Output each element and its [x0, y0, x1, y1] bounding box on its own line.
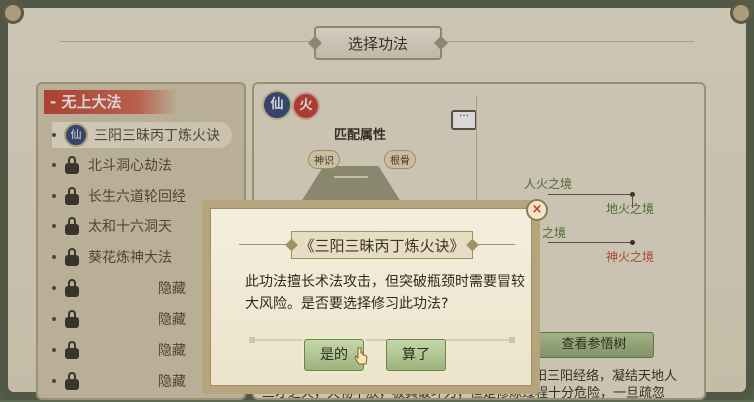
hand-cursor-icon	[354, 347, 368, 365]
confirm-dialog: 《三阳三昧丙丁炼火诀》 此功法擅长术法攻击，但突破瓶颈时需要冒较大风险。是否要选…	[202, 200, 540, 394]
dialog-message: 此功法擅长术法攻击，但突破瓶颈时需要冒较大风险。是否要选择修习此功法?	[245, 274, 525, 312]
cancel-button[interactable]: 算了	[386, 339, 446, 371]
dialog-title: 《三阳三昧丙丁炼火诀》	[291, 231, 473, 259]
title-ornament	[239, 244, 291, 245]
dialog-divider	[249, 337, 515, 343]
dialog-body: 《三阳三昧丙丁炼火诀》 此功法擅长术法攻击，但突破瓶颈时需要冒较大风险。是否要选…	[210, 208, 532, 386]
close-icon[interactable]: ×	[526, 199, 548, 221]
